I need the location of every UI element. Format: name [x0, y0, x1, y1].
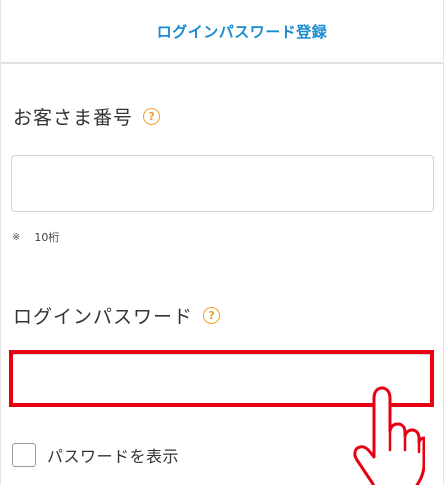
customer-number-label: お客さま番号	[13, 107, 134, 129]
question-circle-icon[interactable]: ?	[143, 108, 161, 125]
customer-number-input[interactable]	[11, 155, 434, 212]
show-password-checkbox[interactable]	[12, 443, 36, 467]
question-circle-icon[interactable]: ?	[203, 307, 221, 324]
login-password-label: ログインパスワード	[13, 306, 194, 328]
customer-number-label-row: お客さま番号 ?	[13, 103, 161, 130]
note-text: 10桁	[34, 231, 60, 244]
note-mark: ※	[12, 231, 21, 243]
login-password-label-row: ログインパスワード ?	[13, 302, 221, 329]
show-password-label: パスワードを表示	[47, 447, 180, 466]
page-title: ログインパスワード登録	[156, 22, 328, 41]
show-password-toggle[interactable]: パスワードを表示	[12, 443, 179, 467]
customer-number-note: ※ 10桁	[12, 229, 59, 245]
page-frame: ログインパスワード登録 お客さま番号 ? ※ 10桁 ログインパスワード ? パ…	[0, 0, 444, 485]
page-header: ログインパスワード登録	[1, 0, 443, 64]
login-password-input[interactable]	[11, 354, 434, 406]
